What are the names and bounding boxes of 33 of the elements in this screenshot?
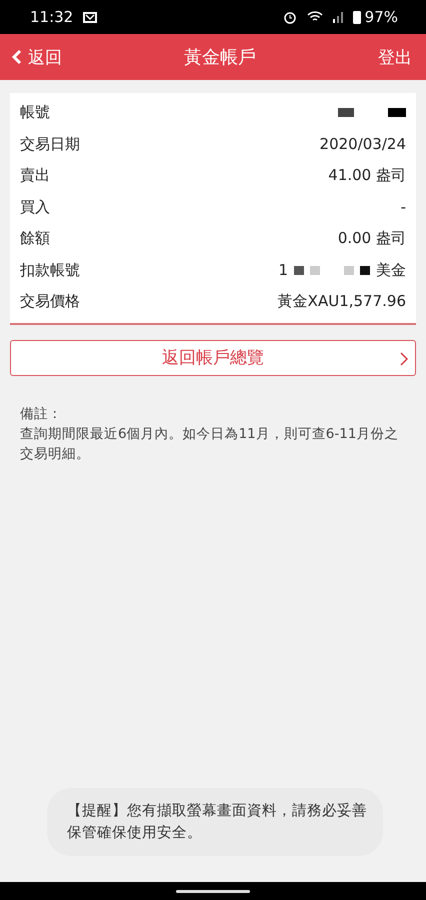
account-overview-button[interactable]: 返回帳戶總覽	[10, 340, 416, 376]
field-value: 2020/03/24	[320, 135, 406, 154]
note-title: 備註：	[20, 404, 63, 424]
alarm-icon	[282, 10, 297, 24]
field-value: 黃金XAU1,577.96	[278, 292, 406, 312]
logout-button[interactable]: 登出	[378, 46, 412, 68]
battery-icon	[352, 10, 361, 24]
home-indicator[interactable]	[176, 890, 250, 892]
field-label: 帳號	[20, 103, 50, 122]
wifi-icon	[306, 11, 323, 23]
back-button[interactable]: 返回	[12, 46, 62, 68]
account-digit: 1	[278, 261, 288, 280]
redaction-mark	[388, 108, 406, 118]
field-value: 41.00 盎司	[328, 166, 406, 186]
field-value: -	[400, 198, 406, 216]
signal-icon	[332, 11, 343, 23]
status-time: 11:32	[30, 8, 74, 26]
field-label: 餘額	[20, 229, 50, 248]
chevron-left-icon	[12, 49, 22, 65]
field-label: 賣出	[20, 166, 50, 186]
screenshot-toast: 【提醒】您有擷取螢幕畫面資料，請務必妥善保管確保使用安全。	[47, 788, 383, 856]
redaction-mark	[338, 108, 354, 118]
field-label: 扣款帳號	[20, 260, 80, 280]
battery-percentage: 97%	[364, 8, 398, 26]
field-label: 交易價格	[20, 292, 80, 312]
currency-label: 美金	[376, 260, 406, 280]
page-title: 黃金帳戶	[184, 46, 256, 69]
field-label: 買入	[20, 198, 50, 217]
field-value: 0.00 盎司	[338, 229, 406, 248]
chevron-right-icon	[399, 350, 409, 366]
field-label: 交易日期	[20, 134, 80, 154]
mail-icon	[83, 12, 98, 22]
note-text: 查詢期間限最近6個月內。如今日為11月，則可查6-11月份之交易明細。	[20, 424, 400, 464]
